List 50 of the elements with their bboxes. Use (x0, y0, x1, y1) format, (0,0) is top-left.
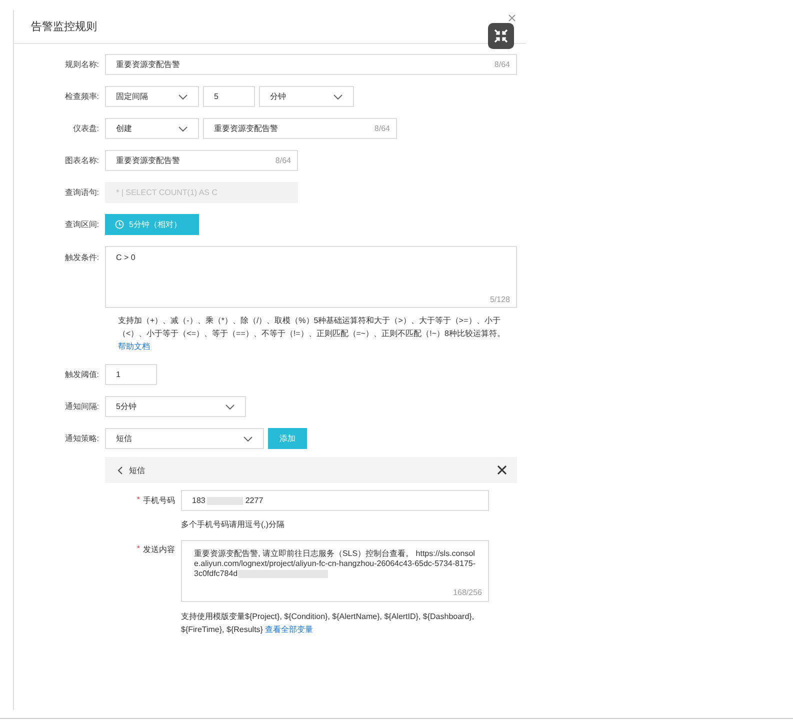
field-label: 发送内容 (143, 544, 175, 555)
char-counter: 5/128 (490, 295, 510, 304)
chevron-down-icon (178, 126, 188, 132)
chevron-down-icon (243, 436, 253, 442)
dialog-title: 告警监控规则 (31, 20, 97, 34)
field-label: 仪表盘: (72, 123, 99, 134)
field-label: 通知间隔: (64, 401, 99, 412)
chevron-down-icon (333, 94, 343, 100)
interval-select[interactable]: 5分钟 (105, 396, 246, 417)
field-label: 通知策略: (64, 433, 99, 444)
hint-text: 多个手机号码请用逗号(,)分隔 (181, 519, 286, 530)
chevron-down-icon (225, 404, 235, 410)
required-mark: * (136, 544, 140, 555)
threshold-field[interactable]: 1 (105, 364, 157, 385)
frequency-amount-field[interactable]: 5 (203, 86, 255, 107)
chart-name-field[interactable]: 重要资源变配告警 8/64 (105, 150, 298, 171)
condition-field[interactable]: C > 0 5/128 (105, 246, 517, 308)
field-label: 规则名称: (64, 59, 99, 70)
char-counter: 168/256 (453, 588, 482, 598)
rule-name-field[interactable]: 重要资源变配告警 8/64 (105, 54, 517, 75)
help-link[interactable]: 帮助文档 (118, 342, 150, 351)
field-label: 查询区间: (64, 219, 99, 230)
back-icon[interactable] (117, 466, 123, 474)
blurred-redaction (207, 496, 244, 504)
field-label: 手机号码 (143, 495, 175, 506)
dashboard-mode-select[interactable]: 创建 (105, 118, 199, 139)
char-counter: 8/64 (374, 124, 390, 133)
help-text: 支持加（+）、减（-）、乘（*）、除（/）、取模（%）5种基础运算符和大于（>）、大于等于（>=）、小于（<）、小于等于（<=）、等于（==）、不等于（!=）、正则匹配（=~）、正则不匹配（!~）8种比较运算符。 帮助文档 (118, 315, 506, 353)
panel-title: 短信 (129, 464, 146, 476)
fullscreen-button[interactable] (488, 23, 514, 49)
policy-select[interactable]: 短信 (105, 428, 264, 449)
chevron-down-icon (178, 94, 188, 100)
collapse-icon (494, 29, 508, 43)
close-icon[interactable] (497, 465, 507, 475)
clock-icon (115, 220, 124, 229)
field-label: 触发阈值: (64, 369, 99, 380)
frequency-mode-select[interactable]: 固定间隔 (105, 86, 199, 107)
char-counter: 8/64 (494, 60, 510, 69)
field-label: 查询语句: (64, 187, 99, 198)
field-label: 检查频率: (64, 91, 99, 102)
dashboard-name-field[interactable]: 重要资源变配告警 8/64 (203, 118, 397, 139)
hint-text: 支持使用模版变量${Project}, ${Condition}, ${AlertName}, ${AlertID}, ${Dashboard}, ${FireTime}, ${Results} 查看全部变量 (181, 611, 476, 636)
message-field[interactable]: 重要资源变配告警, 请立即前往日志服务（SLS）控制台查看。 https://sls.console.aliyun.com/lognext/project/aliyun-fc-cn-hangzhou-26064c43-65dc-5734-8175-3c0fdfc784d 168/256 (181, 540, 489, 602)
required-mark: * (136, 495, 140, 506)
phone-field[interactable]: 183 2277 (181, 490, 489, 511)
field-label: 触发条件: (64, 252, 99, 263)
field-label: 图表名称: (64, 155, 99, 166)
frequency-unit-select[interactable]: 分钟 (259, 86, 354, 107)
char-counter: 8/64 (275, 156, 291, 165)
variables-link[interactable]: 查看全部变量 (265, 625, 314, 634)
